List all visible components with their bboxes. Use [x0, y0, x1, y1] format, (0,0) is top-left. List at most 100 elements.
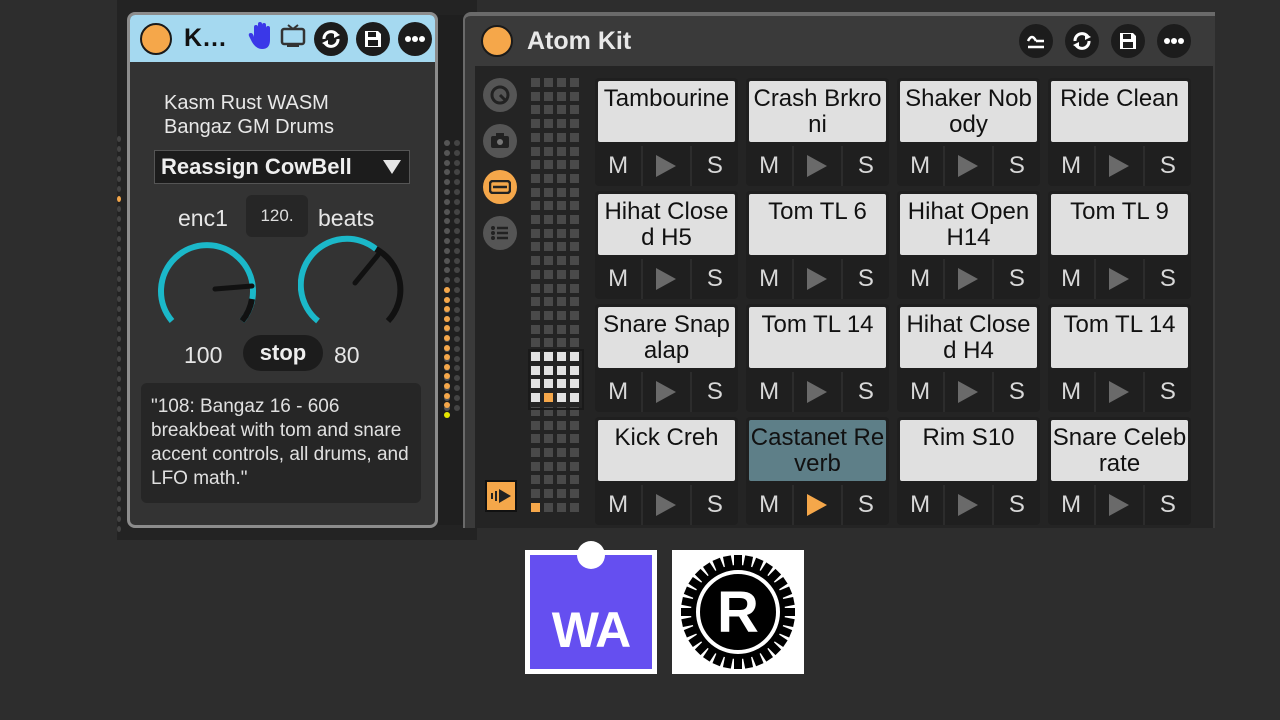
solo-button[interactable]: S	[840, 372, 889, 412]
drum-pad[interactable]: Hihat Open H14 M S	[897, 191, 1040, 299]
stop-button[interactable]: stop	[243, 335, 323, 371]
bank-cell[interactable]	[557, 173, 566, 183]
bank-cell[interactable]	[557, 489, 566, 498]
solo-button[interactable]: S	[840, 485, 889, 525]
bank-cell[interactable]	[544, 78, 553, 87]
pad-play-button[interactable]	[943, 485, 991, 525]
bank-cell[interactable]	[570, 119, 579, 129]
bank-cell[interactable]	[557, 297, 566, 307]
bank-cell[interactable]	[570, 132, 579, 142]
bank-cell[interactable]	[557, 91, 566, 101]
bank-cell[interactable]	[570, 310, 579, 320]
bank-cell[interactable]	[531, 256, 540, 266]
bank-cell[interactable]	[570, 228, 579, 238]
bank-cell[interactable]	[557, 228, 566, 238]
drum-pad-label[interactable]: Kick Creh	[598, 420, 735, 481]
solo-button[interactable]: S	[840, 259, 889, 299]
mute-button[interactable]: M	[595, 259, 641, 299]
refresh-icon[interactable]	[1065, 24, 1099, 58]
bank-cell[interactable]	[544, 434, 553, 444]
list-icon[interactable]	[483, 216, 517, 250]
enc1-knob[interactable]	[152, 233, 262, 333]
bank-cell[interactable]	[531, 105, 540, 115]
bank-cell[interactable]	[531, 132, 540, 142]
mute-button[interactable]: M	[1048, 485, 1094, 525]
pad-view-icon[interactable]	[483, 170, 517, 204]
bank-cell[interactable]	[544, 256, 553, 266]
bank-cell[interactable]	[557, 78, 566, 87]
beats-knob[interactable]	[298, 233, 408, 333]
bank-cell[interactable]	[557, 324, 566, 334]
drum-pad-label[interactable]: Tom TL 6	[749, 194, 886, 255]
bank-cell[interactable]	[544, 420, 553, 430]
device-power-button[interactable]	[481, 25, 513, 57]
drum-pad[interactable]: Castanet Reverb M S	[746, 417, 889, 525]
drum-pad[interactable]: Snare Snapalap M S	[595, 304, 738, 412]
atom-kit-title-bar[interactable]: Atom Kit	[465, 16, 1215, 66]
camera-icon[interactable]	[483, 124, 517, 158]
bank-cell[interactable]	[570, 187, 579, 197]
bank-cell[interactable]	[531, 283, 540, 293]
drum-pad[interactable]: Ride Clean M S	[1048, 78, 1191, 186]
bank-cell[interactable]	[531, 489, 540, 498]
solo-button[interactable]: S	[840, 146, 889, 186]
drum-pad-label[interactable]: Tom TL 14	[1051, 307, 1188, 368]
drum-pad-label[interactable]: Ride Clean	[1051, 81, 1188, 142]
solo-button[interactable]: S	[991, 485, 1040, 525]
bank-cell[interactable]	[557, 310, 566, 320]
bank-cell[interactable]	[557, 215, 566, 224]
device-power-button[interactable]	[140, 22, 172, 55]
bank-cell[interactable]	[531, 502, 540, 512]
bank-cell[interactable]	[531, 78, 540, 87]
bank-cell[interactable]	[557, 502, 566, 512]
bank-cell[interactable]	[557, 420, 566, 430]
mute-button[interactable]: M	[595, 372, 641, 412]
bank-cell[interactable]	[570, 242, 579, 252]
mute-button[interactable]: M	[595, 146, 641, 186]
bank-cell[interactable]	[557, 242, 566, 252]
pad-play-button[interactable]	[1094, 485, 1142, 525]
bank-cell[interactable]	[570, 215, 579, 224]
mute-button[interactable]: M	[1048, 146, 1094, 186]
drum-pad-label[interactable]: Tom TL 9	[1051, 194, 1188, 255]
bank-cell[interactable]	[544, 228, 553, 238]
bank-cell[interactable]	[531, 461, 540, 471]
bank-cell[interactable]	[531, 338, 540, 348]
bank-cell[interactable]	[557, 105, 566, 115]
bank-cell[interactable]	[557, 160, 566, 170]
bank-cell[interactable]	[531, 269, 540, 279]
bank-cell[interactable]	[570, 324, 579, 334]
bank-cell[interactable]	[531, 475, 540, 485]
bank-cell[interactable]	[544, 297, 553, 307]
drum-pad[interactable]: Tom TL 9MS	[1048, 191, 1191, 299]
bank-cell[interactable]	[531, 187, 540, 197]
more-icon[interactable]	[1157, 24, 1191, 58]
bank-cell[interactable]	[531, 215, 540, 224]
bank-cell[interactable]	[570, 297, 579, 307]
bank-cell[interactable]	[570, 447, 579, 457]
mute-button[interactable]: M	[1048, 259, 1094, 299]
bank-cell[interactable]	[544, 283, 553, 293]
bank-cell[interactable]	[570, 201, 579, 211]
bank-cell[interactable]	[570, 146, 579, 156]
save-icon[interactable]	[356, 21, 390, 56]
pad-play-button[interactable]	[641, 259, 689, 299]
solo-button[interactable]: S	[1142, 146, 1191, 186]
tempo-number-box[interactable]: 120.	[246, 195, 308, 237]
solo-button[interactable]: S	[991, 372, 1040, 412]
pad-play-button[interactable]	[943, 259, 991, 299]
bank-cell[interactable]	[557, 119, 566, 129]
pad-play-button[interactable]	[1094, 259, 1142, 299]
mute-button[interactable]: M	[746, 146, 792, 186]
bank-cell[interactable]	[570, 269, 579, 279]
bank-cell[interactable]	[557, 187, 566, 197]
preset-dropdown[interactable]: Reassign CowBell	[154, 150, 410, 184]
bank-cell[interactable]	[557, 338, 566, 348]
bank-cell[interactable]	[544, 242, 553, 252]
drum-pad[interactable]: Snare Celebrate M S	[1048, 417, 1191, 525]
drum-pad-label[interactable]: Rim S10	[900, 420, 1037, 481]
wave-icon[interactable]	[1019, 24, 1053, 58]
mute-button[interactable]: M	[897, 146, 943, 186]
mute-button[interactable]: M	[897, 372, 943, 412]
pad-play-button[interactable]	[792, 259, 840, 299]
